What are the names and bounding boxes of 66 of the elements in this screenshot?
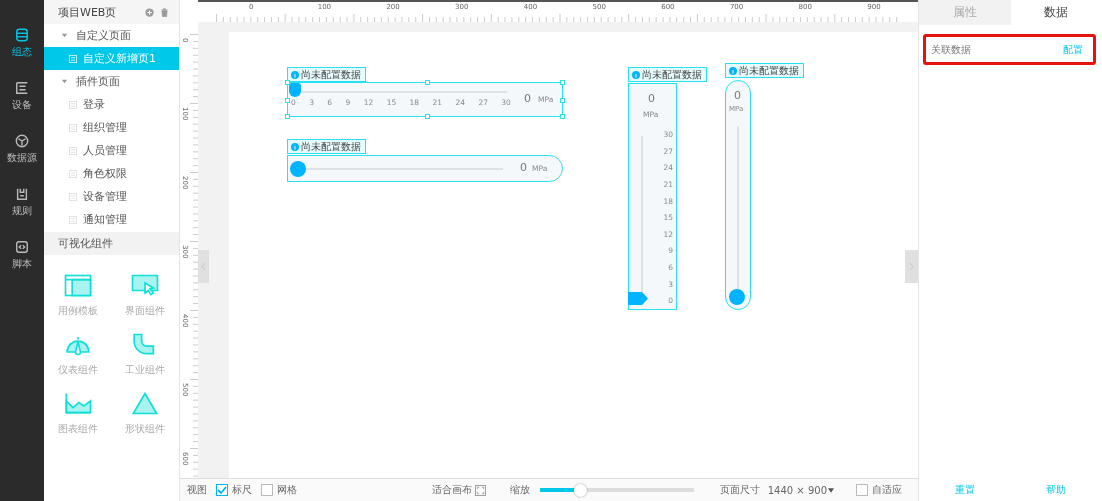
tree-item[interactable]: 角色权限 <box>44 162 179 185</box>
layout-icon <box>62 273 93 298</box>
checkbox[interactable]: 自适应 <box>856 483 902 497</box>
status-tag: 尚未配置数据 <box>287 139 366 154</box>
checkbox[interactable]: 标尺 <box>216 483 252 497</box>
project-title: 项目WEB页 <box>58 4 118 20</box>
nav-item[interactable]: 组态 <box>0 28 44 59</box>
field-label: 关联数据 <box>931 42 971 57</box>
tree-item[interactable]: 人员管理 <box>44 139 179 162</box>
zoom-label: 缩放 <box>509 483 530 497</box>
fit-canvas-label: 适合画布 <box>431 483 472 497</box>
page-size-label: 页面尺寸 <box>719 483 760 497</box>
section-header: 可视化组件 <box>44 232 179 255</box>
pointer-handle[interactable] <box>628 292 648 305</box>
info-icon <box>291 70 299 79</box>
caret-icon <box>61 78 68 85</box>
tree-item[interactable]: 插件页面 <box>44 70 179 93</box>
caret-icon[interactable] <box>828 487 834 493</box>
database-icon <box>15 28 29 42</box>
checkbox-box[interactable] <box>856 484 868 496</box>
list-icon <box>15 81 29 95</box>
page-icon <box>69 123 77 132</box>
tree-item[interactable]: 登录 <box>44 93 179 116</box>
collapse-handle[interactable] <box>198 250 209 283</box>
tree-item[interactable]: 自定义页面 <box>44 24 179 47</box>
tree-item[interactable]: 组织管理 <box>44 116 179 139</box>
triangle-icon <box>130 391 161 416</box>
checkbox-box[interactable] <box>261 484 273 496</box>
view-label: 视图 <box>187 483 207 497</box>
page-size-dropdown[interactable]: 1440 × 900 <box>767 484 827 496</box>
bracket-icon <box>15 187 29 201</box>
value-text: 0 <box>733 89 742 102</box>
add-icon[interactable] <box>145 7 154 17</box>
slider-thumb[interactable] <box>290 161 306 177</box>
pointer-handle[interactable] <box>289 83 301 97</box>
cube-icon <box>15 134 29 148</box>
status-tag: 尚未配置数据 <box>628 67 707 82</box>
nav-item[interactable]: 设备 <box>0 81 44 112</box>
nav-item[interactable]: 规则 <box>0 187 44 218</box>
info-icon <box>729 66 737 75</box>
info-icon <box>291 142 299 151</box>
collapse-handle[interactable] <box>905 250 918 283</box>
nav-item[interactable]: 脚本 <box>0 240 44 271</box>
value-text: 0 <box>524 92 531 105</box>
page-icon <box>69 215 77 224</box>
page-icon <box>69 169 77 178</box>
checkbox[interactable]: 网格 <box>261 483 297 497</box>
fit-screen-icon[interactable] <box>474 484 486 496</box>
nav-item[interactable]: 数据源 <box>0 134 44 165</box>
checkbox-box[interactable] <box>216 484 228 496</box>
page-icon <box>69 54 77 63</box>
tree-item[interactable]: 通知管理 <box>44 208 179 231</box>
status-tag: 尚未配置数据 <box>725 63 804 78</box>
slider-thumb[interactable] <box>729 289 745 305</box>
status-tag: 尚未配置数据 <box>287 67 366 82</box>
value-text: 0 <box>647 92 656 105</box>
trash-icon[interactable] <box>160 7 169 17</box>
info-icon <box>632 70 640 79</box>
page-icon <box>69 192 77 201</box>
script-icon <box>15 240 29 254</box>
tree-item[interactable]: 设备管理 <box>44 185 179 208</box>
caret-icon <box>61 32 68 39</box>
page-icon <box>69 146 77 155</box>
page-icon <box>69 100 77 109</box>
value-text: 0 <box>520 161 527 174</box>
window-cursor-icon <box>130 273 161 298</box>
